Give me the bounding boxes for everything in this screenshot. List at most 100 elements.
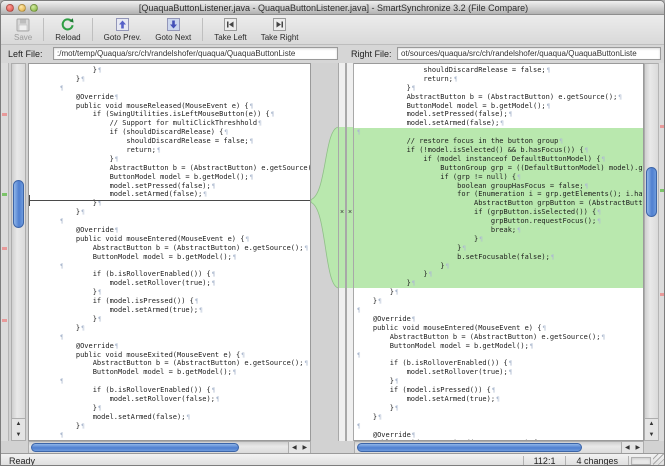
take-right-button[interactable]: Take Right	[254, 15, 306, 44]
code-line: model.setRollover(true);	[59, 279, 310, 288]
overview-mark[interactable]	[2, 193, 7, 196]
overview-mark[interactable]	[2, 113, 7, 116]
overview-mark[interactable]	[660, 189, 665, 192]
goto-next-button[interactable]: Goto Next	[148, 15, 198, 44]
code-line: public void mouseEntered(MouseEvent e) {	[59, 235, 310, 244]
minimize-window-button[interactable]	[18, 4, 26, 12]
goto-next-icon	[167, 17, 180, 32]
code-line: }	[356, 262, 643, 271]
code-line: model.setArmed(true);	[356, 395, 643, 404]
code-line: }	[59, 75, 310, 84]
code-line: if (b.isRolloverEnabled()) {	[59, 386, 310, 395]
left-file-label: Left File:	[8, 49, 43, 59]
take-right-icon	[273, 17, 286, 32]
right-horizontal-scrollbar-thumb[interactable]	[357, 443, 582, 452]
right-code: shouldDiscardRelease = false; return; } …	[354, 64, 643, 441]
code-line: model.setRollover(false);	[59, 395, 310, 404]
save-icon	[16, 17, 30, 32]
overview-mark[interactable]	[2, 319, 7, 322]
overview-mark[interactable]	[660, 293, 665, 296]
scroll-up-icon[interactable]: ▲	[649, 421, 655, 427]
goto-prev-button[interactable]: Goto Prev.	[97, 15, 149, 44]
scroll-down-icon[interactable]: ▼	[649, 432, 655, 438]
right-horizontal-scrollbar-arrows[interactable]: ◀ ▶	[621, 442, 643, 453]
code-line: ButtonModel model = b.getModel();	[59, 173, 310, 182]
scroll-left-icon[interactable]: ◀	[625, 444, 630, 451]
code-line	[59, 377, 310, 386]
left-vertical-scrollbar-thumb[interactable]	[13, 180, 24, 228]
code-line: }	[59, 315, 310, 324]
code-line	[59, 333, 310, 342]
code-line: return;	[356, 75, 643, 84]
code-line: ButtonModel model = b.getModel();	[59, 253, 310, 262]
code-line	[59, 84, 310, 93]
left-file-path-field[interactable]: :/mot/temp/Quaqua/src/ch/randelshofer/qu…	[53, 47, 338, 60]
code-line: ButtonModel model = b.getModel();	[356, 342, 643, 351]
code-line: if (model instanceof DefaultButtonModel)…	[356, 155, 643, 164]
scroll-left-icon[interactable]: ◀	[292, 444, 297, 451]
code-line	[59, 431, 310, 440]
scroll-down-icon[interactable]: ▼	[16, 432, 22, 438]
code-line: if (shouldDiscardRelease) {	[59, 128, 310, 137]
left-horizontal-scrollbar-arrows[interactable]: ◀ ▶	[288, 442, 310, 453]
gutter-column-left	[338, 63, 346, 441]
code-line: @Override	[356, 431, 643, 440]
code-line: model.setPressed(false);	[59, 182, 310, 191]
code-line: shouldDiscardRelease = false;	[356, 66, 643, 75]
left-horizontal-scrollbar-thumb[interactable]	[31, 443, 239, 452]
scroll-up-icon[interactable]: ▲	[16, 421, 22, 427]
code-line: }	[59, 66, 310, 75]
code-line: ButtonGroup grp = ((DefaultButtonModel) …	[356, 164, 643, 173]
toolbar-separator	[92, 18, 93, 41]
reload-button[interactable]: Reload	[48, 15, 87, 44]
scroll-right-icon[interactable]: ▶	[302, 444, 307, 451]
code-line: @Override	[59, 342, 310, 351]
left-overview-strip[interactable]	[1, 63, 9, 441]
left-vertical-scrollbar-arrows[interactable]: ▲ ▼	[12, 418, 25, 440]
discard-change-right-button[interactable]: ×	[346, 209, 354, 217]
app-window: [QuaquaButtonListener.java - QuaquaButto…	[0, 0, 665, 466]
left-code-pane[interactable]: } } @Override public void mouseReleased(…	[28, 63, 311, 441]
window-controls	[6, 4, 38, 12]
code-line: shouldDiscardRelease = false;	[59, 137, 310, 146]
code-line	[356, 422, 643, 431]
code-line: if (grpButton.isSelected()) {	[356, 208, 643, 217]
resize-grip[interactable]	[653, 454, 665, 466]
code-line: AbstractButton grpButton = (AbstractButt…	[356, 199, 643, 208]
progress-indicator	[631, 457, 651, 465]
left-lines-after: } } @Override public void mouseEntered(M…	[59, 199, 310, 439]
code-line: break;	[356, 226, 643, 235]
status-bar: Ready 112:1 4 changes	[1, 453, 665, 466]
code-line: AbstractButton b = (AbstractButton) e.ge…	[59, 164, 310, 173]
overview-mark[interactable]	[660, 125, 665, 128]
goto-prev-icon	[116, 17, 129, 32]
right-vertical-scrollbar-arrows[interactable]: ▲ ▼	[645, 418, 658, 440]
right-overview-strip[interactable]	[658, 63, 665, 441]
diff-connector-gutter: × ×	[311, 63, 354, 441]
scroll-right-icon[interactable]: ▶	[635, 444, 640, 451]
take-left-button[interactable]: Take Left	[207, 15, 253, 44]
take-left-icon	[224, 17, 237, 32]
code-line: }	[356, 279, 643, 288]
left-code: } } @Override public void mouseReleased(…	[29, 64, 310, 439]
title-bar[interactable]: [QuaquaButtonListener.java - QuaquaButto…	[1, 1, 665, 15]
overview-mark[interactable]	[2, 247, 7, 250]
right-file-path-field[interactable]: ot/sources/quaqua/src/ch/randelshofer/qu…	[397, 47, 661, 60]
close-window-button[interactable]	[6, 4, 14, 12]
caret-position: 112:1	[524, 456, 566, 466]
save-button[interactable]: Save	[7, 15, 39, 44]
code-line: }	[59, 422, 310, 431]
discard-change-left-button[interactable]: ×	[338, 209, 346, 217]
right-vertical-scrollbar-thumb[interactable]	[646, 167, 657, 217]
code-line	[59, 217, 310, 226]
status-text: Ready	[1, 456, 523, 466]
code-line: }	[59, 404, 310, 413]
changes-count: 4 changes	[566, 456, 628, 466]
zoom-window-button[interactable]	[30, 4, 38, 12]
right-code-pane[interactable]: shouldDiscardRelease = false; return; } …	[354, 63, 644, 441]
toolbar: Save Reload Goto Prev.	[1, 15, 665, 45]
right-vertical-scrollbar[interactable]: ▲ ▼	[644, 63, 659, 441]
code-line: }	[59, 288, 310, 297]
left-vertical-scrollbar[interactable]: ▲ ▼	[11, 63, 26, 441]
file-header-row: Left File: :/mot/temp/Quaqua/src/ch/rand…	[1, 45, 665, 63]
